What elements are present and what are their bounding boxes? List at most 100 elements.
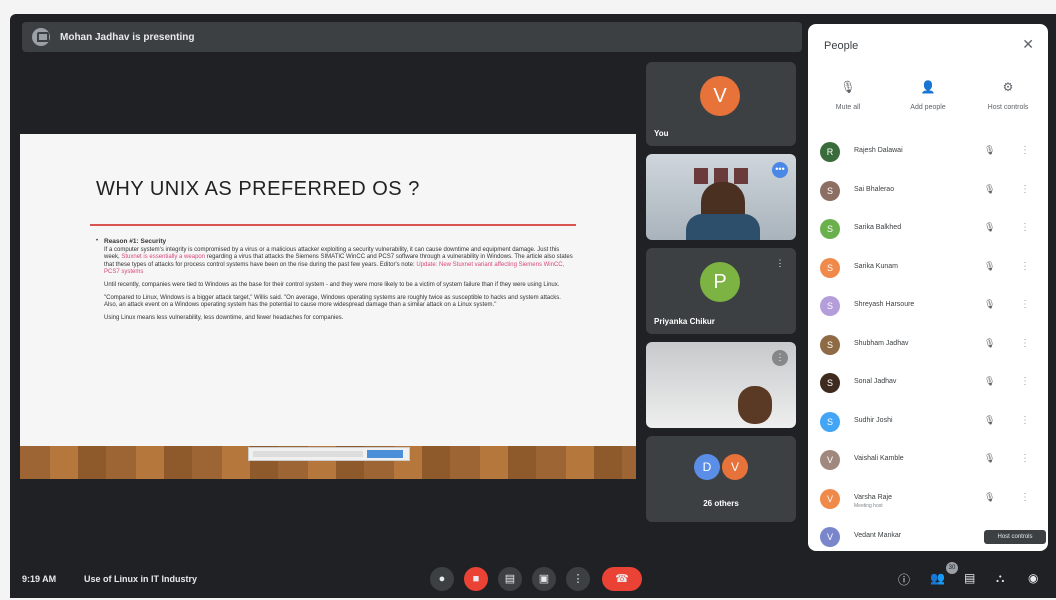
action-label: Host controls	[987, 104, 1029, 111]
participant-row[interactable]: S Shreyash Harsoure 🎙 ⋮	[808, 287, 1048, 326]
avatar-initial: D	[702, 460, 712, 474]
participant-row[interactable]: S Sonal Jadhav 🎙 ⋮	[808, 364, 1048, 403]
more-vert-icon[interactable]: ⋮	[1020, 145, 1030, 156]
more-vert-icon[interactable]: ⋮	[1020, 222, 1030, 233]
more-vert-icon[interactable]: ⋮	[1020, 376, 1030, 387]
mic-icon: ●	[438, 573, 446, 585]
chat-icon[interactable]: ▤	[964, 571, 975, 585]
mic-off-icon[interactable]: 🎙	[984, 222, 995, 233]
mic-off-icon[interactable]: 🎙	[984, 492, 995, 503]
add-person-icon: 👤	[920, 80, 936, 94]
participant-role: Meeting host	[854, 502, 883, 509]
activities-icon[interactable]: ⛬	[996, 571, 1004, 586]
panel-title: People	[824, 40, 859, 52]
more-vert-icon[interactable]: ⋮	[1020, 261, 1030, 272]
participant-row[interactable]: S Sai Bhalerao 🎙 ⋮	[808, 172, 1048, 211]
participant-row[interactable]: S Shubham Jadhav 🎙 ⋮	[808, 326, 1048, 365]
info-icon[interactable]: ⓘ	[898, 571, 910, 588]
tile-others[interactable]: D V 26 others	[646, 436, 796, 522]
wall-poster	[734, 168, 748, 184]
participant-row[interactable]: V Varsha Raje Meeting host 🎙 ⋮	[808, 480, 1048, 519]
camera-button[interactable]: ■	[464, 567, 488, 591]
mic-off-icon[interactable]: 🎙	[984, 338, 995, 349]
avatar: V	[820, 527, 840, 547]
captions-icon: ▤	[504, 573, 516, 585]
avatar: S	[820, 296, 840, 316]
more-vert-icon[interactable]: ⋮	[1020, 338, 1030, 349]
tile-priyanka[interactable]: P ⋮ Priyanka Chikur	[646, 248, 796, 334]
present-icon: ▣	[538, 573, 550, 585]
participant-row[interactable]: S Sarika Kunam 🎙 ⋮	[808, 249, 1048, 288]
people-panel: People ✕ 🎙 Mute all 👤 Add people ⚙ Host …	[808, 24, 1048, 551]
more-vert-icon[interactable]: ⋮	[1020, 453, 1030, 464]
tile-video-participant[interactable]: ⋮	[646, 342, 796, 428]
present-button[interactable]: ▣	[532, 567, 556, 591]
host-controls-icon: ⚙	[1002, 80, 1014, 94]
avatar-initial: P	[713, 270, 727, 293]
participant-name: Shreyash Harsoure	[854, 301, 915, 308]
more-vert-icon[interactable]: ⋮	[1020, 415, 1030, 426]
action-label: Mute all	[835, 104, 861, 111]
people-icon[interactable]: 👥	[930, 571, 945, 585]
more-options-button[interactable]: ⋮	[566, 567, 590, 591]
avatar: D	[694, 454, 720, 480]
presentation-stage: WHY UNIX AS PREFERRED OS ? Reason #1: Se…	[20, 134, 636, 479]
meet-window: Mohan Jadhav is presenting WHY UNIX AS P…	[10, 14, 1056, 598]
mute-all-button[interactable]: 🎙 Mute all	[810, 80, 886, 114]
participant-name: Vaishali Kamble	[854, 455, 904, 462]
mic-off-icon[interactable]: 🎙	[984, 415, 995, 426]
mic-off-icon[interactable]: 🎙	[984, 299, 995, 310]
slide-heading: Reason #1: Security	[104, 238, 167, 245]
microphone-button[interactable]: ●	[430, 567, 454, 591]
participant-row[interactable]: S Sarika Balkhed 🎙 ⋮	[808, 210, 1048, 249]
presentation-slide: WHY UNIX AS PREFERRED OS ? Reason #1: Se…	[20, 134, 636, 446]
participant-list: R Rajesh Dalawai 🎙 ⋮ S Sai Bhalerao 🎙 ⋮ S Sarika …	[808, 133, 1048, 557]
people-count-badge: 30	[946, 562, 958, 574]
more-options-icon[interactable]: ⋮	[772, 350, 788, 366]
add-people-button[interactable]: 👤 Add people	[890, 80, 966, 114]
captions-button[interactable]: ▤	[498, 567, 522, 591]
tile-you[interactable]: V You	[646, 62, 796, 146]
participant-row[interactable]: S Sudhir Joshi 🎙 ⋮	[808, 403, 1048, 442]
host-controls-button[interactable]: ⚙ Host controls	[970, 80, 1046, 114]
camera-off-icon: ■	[472, 573, 480, 585]
mic-off-icon[interactable]: 🎙	[984, 145, 995, 156]
slide-link: Stuxnet is essentially a weapon	[121, 254, 206, 261]
participant-name: Vedant Mankar	[854, 532, 902, 539]
mic-off-icon[interactable]: 🎙	[984, 261, 995, 272]
slide-paragraph: Until recently, companies were tied to W…	[104, 281, 560, 288]
slide-title: WHY UNIX AS PREFERRED OS ?	[96, 178, 420, 200]
participant-name: Sarika Kunam	[854, 262, 898, 270]
avatar: S	[820, 334, 840, 355]
slide-toolbar-field[interactable]	[253, 451, 363, 457]
mic-off-icon[interactable]: 🎙	[984, 376, 995, 387]
presenting-banner: Mohan Jadhav is presenting	[22, 22, 802, 52]
more-options-icon[interactable]: ⋮	[772, 256, 788, 272]
mic-off-icon[interactable]: 🎙	[984, 184, 995, 195]
tile-video-presenter[interactable]: •••	[646, 154, 796, 240]
avatar: S	[820, 373, 840, 393]
wall-poster	[694, 168, 708, 184]
more-vert-icon[interactable]: ⋮	[1020, 184, 1030, 195]
close-icon[interactable]: ✕	[1022, 36, 1034, 53]
action-label: Add people	[910, 104, 946, 111]
host-shield-icon[interactable]: ◉	[1028, 571, 1038, 585]
tile-label: Priyanka Chikur	[654, 317, 715, 326]
avatar: S	[820, 257, 840, 278]
more-vert-icon[interactable]: ⋮	[1020, 492, 1030, 503]
mic-off-icon: 🎙	[840, 80, 856, 94]
leave-call-button[interactable]: ☎	[602, 567, 642, 591]
mic-off-icon[interactable]: 🎙	[984, 453, 995, 464]
participant-row[interactable]: R Rajesh Dalawai 🎙 ⋮	[808, 133, 1048, 172]
participant-name: Sonal Jadhav	[854, 378, 897, 385]
slide-paragraph: Using Linux means less vulnerability, le…	[104, 314, 344, 321]
slide-toolbar-button[interactable]	[367, 450, 403, 458]
audio-indicator-icon: •••	[772, 162, 788, 178]
slide-divider	[90, 224, 576, 226]
more-vert-icon[interactable]: ⋮	[1020, 299, 1030, 310]
avatar-initial: V	[713, 84, 727, 107]
slide-toolbar[interactable]	[248, 447, 410, 461]
avatar: V	[820, 450, 840, 470]
participant-row[interactable]: V Vaishali Kamble 🎙 ⋮	[808, 441, 1048, 480]
more-vert-icon: ⋮	[572, 573, 584, 585]
